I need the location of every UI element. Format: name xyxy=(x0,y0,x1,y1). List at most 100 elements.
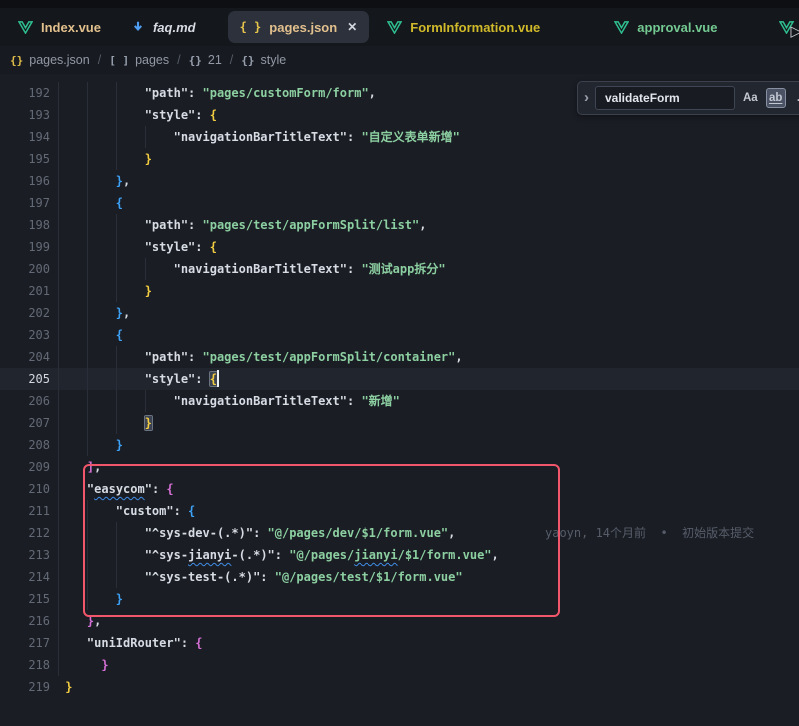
vue-icon xyxy=(18,21,33,34)
line-number: 206 xyxy=(0,390,50,412)
code-line-219[interactable]: 219 } xyxy=(0,676,799,698)
regex-button[interactable]: .* xyxy=(791,88,799,108)
code-line-195[interactable]: 195 } xyxy=(0,148,799,170)
code-token: , xyxy=(94,460,101,474)
tab-label: pages.json xyxy=(269,20,337,35)
line-content: "^sys-jianyi-(.*)": "@/pages/jianyi/$1/f… xyxy=(58,544,799,566)
line-content: "navigationBarTitleText": "自定义表单新增" xyxy=(58,126,799,148)
whole-word-button[interactable]: ab xyxy=(766,88,786,108)
breadcrumb-item-pages-json[interactable]: {}pages.json xyxy=(10,53,90,67)
code-line-210[interactable]: 210 "easycom": { xyxy=(0,478,799,500)
indent-guide xyxy=(58,456,59,478)
indent-guide xyxy=(58,236,59,258)
indent-guide xyxy=(58,610,59,632)
code-line-203[interactable]: 203 { xyxy=(0,324,799,346)
git-blame-annotation: yaoyn, 14个月前 • 初始版本提交 xyxy=(545,522,754,544)
code-editor[interactable]: 192 "path": "pages/customForm/form",193 … xyxy=(0,74,799,726)
indent-guide xyxy=(116,82,117,104)
tab-index-vue[interactable]: Index.vue xyxy=(18,11,101,43)
code-line-196[interactable]: 196 }, xyxy=(0,170,799,192)
line-content: { xyxy=(58,192,799,214)
find-widget: › validateForm Aa ab .* xyxy=(577,81,799,115)
code-token: } xyxy=(116,438,123,452)
indent-guide xyxy=(87,82,88,104)
text-cursor xyxy=(217,370,219,387)
code-token: easycom xyxy=(94,482,145,496)
code-line-202[interactable]: 202 }, xyxy=(0,302,799,324)
indent-guide xyxy=(87,544,88,566)
tab-forminformation-vue[interactable]: FormInformation.vue xyxy=(387,11,540,43)
find-expand-chevron-icon[interactable]: › xyxy=(578,89,595,108)
code-token: , xyxy=(492,548,499,562)
breadcrumb-label: pages xyxy=(135,53,169,67)
code-line-218[interactable]: 218 } xyxy=(0,654,799,676)
indent-guide xyxy=(145,258,146,280)
code-line-217[interactable]: 217 "uniIdRouter": { xyxy=(0,632,799,654)
code-line-216[interactable]: 216 }, xyxy=(0,610,799,632)
code-token: , xyxy=(369,86,376,100)
line-number: 219 xyxy=(0,676,50,698)
indent-guide xyxy=(116,104,117,126)
indent-guide xyxy=(87,214,88,236)
line-content: } xyxy=(58,412,799,434)
tab-faq-md[interactable]: faq.md xyxy=(131,11,196,43)
indent-guide xyxy=(87,588,88,610)
breadcrumb-item-style[interactable]: {}style xyxy=(241,53,286,67)
code-token: "style": xyxy=(145,240,210,254)
indent-guide xyxy=(87,258,88,280)
code-token: } xyxy=(116,306,123,320)
code-line-198[interactable]: 198 "path": "pages/test/appFormSplit/lis… xyxy=(0,214,799,236)
find-query-text: validateForm xyxy=(605,91,680,105)
code-token: "@/pages/test/$1/form.vue" xyxy=(275,570,463,584)
tab-label: FormInformation.vue xyxy=(410,20,540,35)
code-token: "自定义表单新增" xyxy=(361,130,459,144)
json-icon: { } xyxy=(240,20,262,34)
code-line-199[interactable]: 199 "style": { xyxy=(0,236,799,258)
indent-guide xyxy=(87,236,88,258)
code-line-194[interactable]: 194 "navigationBarTitleText": "自定义表单新增" xyxy=(0,126,799,148)
code-line-208[interactable]: 208 } xyxy=(0,434,799,456)
code-line-214[interactable]: 214 "^sys-test-(.*)": "@/pages/test/$1/f… xyxy=(0,566,799,588)
breadcrumb-label: style xyxy=(261,53,287,67)
code-line-213[interactable]: 213 "^sys-jianyi-(.*)": "@/pages/jianyi/… xyxy=(0,544,799,566)
indent-guide xyxy=(87,324,88,346)
code-token: "^sys-dev-(.*)": xyxy=(145,526,268,540)
code-token: { xyxy=(210,108,217,122)
find-input[interactable]: validateForm xyxy=(595,86,735,110)
line-number: 207 xyxy=(0,412,50,434)
code-line-205[interactable]: 205 "style": { xyxy=(0,368,799,390)
code-line-211[interactable]: 211 "custom": { xyxy=(0,500,799,522)
code-line-215[interactable]: 215 } xyxy=(0,588,799,610)
indent-guide xyxy=(58,170,59,192)
code-token: jianyi xyxy=(188,548,231,562)
code-line-204[interactable]: 204 "path": "pages/test/appFormSplit/con… xyxy=(0,346,799,368)
code-line-201[interactable]: 201 } xyxy=(0,280,799,302)
indent-guide xyxy=(87,302,88,324)
indent-guide xyxy=(116,390,117,412)
breadcrumb-item-21[interactable]: {}21 xyxy=(189,53,222,67)
indent-guide xyxy=(87,280,88,302)
code-line-209[interactable]: 209 ], xyxy=(0,456,799,478)
code-line-212[interactable]: 212 "^sys-dev-(.*)": "@/pages/dev/$1/for… xyxy=(0,522,799,544)
tab-pages-json[interactable]: { } pages.json ✕ xyxy=(228,11,370,43)
tab-overflow-chevron-icon[interactable]: ▷ xyxy=(790,22,799,40)
code-line-197[interactable]: 197 { xyxy=(0,192,799,214)
match-case-button[interactable]: Aa xyxy=(740,88,761,108)
tab-approval-vue[interactable]: approval.vue xyxy=(614,11,717,43)
close-tab-button[interactable]: ✕ xyxy=(347,20,357,34)
code-line-200[interactable]: 200 "navigationBarTitleText": "测试app拆分" xyxy=(0,258,799,280)
line-content: "navigationBarTitleText": "测试app拆分" xyxy=(58,258,799,280)
code-token: "path": xyxy=(145,218,203,232)
code-line-206[interactable]: 206 "navigationBarTitleText": "新增" xyxy=(0,390,799,412)
line-content: } xyxy=(58,654,799,676)
line-number: 217 xyxy=(0,632,50,654)
code-token: "path": xyxy=(145,350,203,364)
code-token: , xyxy=(123,306,130,320)
line-number: 204 xyxy=(0,346,50,368)
line-number: 211 xyxy=(0,500,50,522)
indent-guide xyxy=(58,324,59,346)
breadcrumb-item-pages[interactable]: [ ]pages xyxy=(109,53,169,67)
code-token: "^sys- xyxy=(145,548,188,562)
code-line-207[interactable]: 207 } xyxy=(0,412,799,434)
vscode-editor-window: Index.vue faq.md { } pages.json ✕ FormInforma… xyxy=(0,0,799,726)
